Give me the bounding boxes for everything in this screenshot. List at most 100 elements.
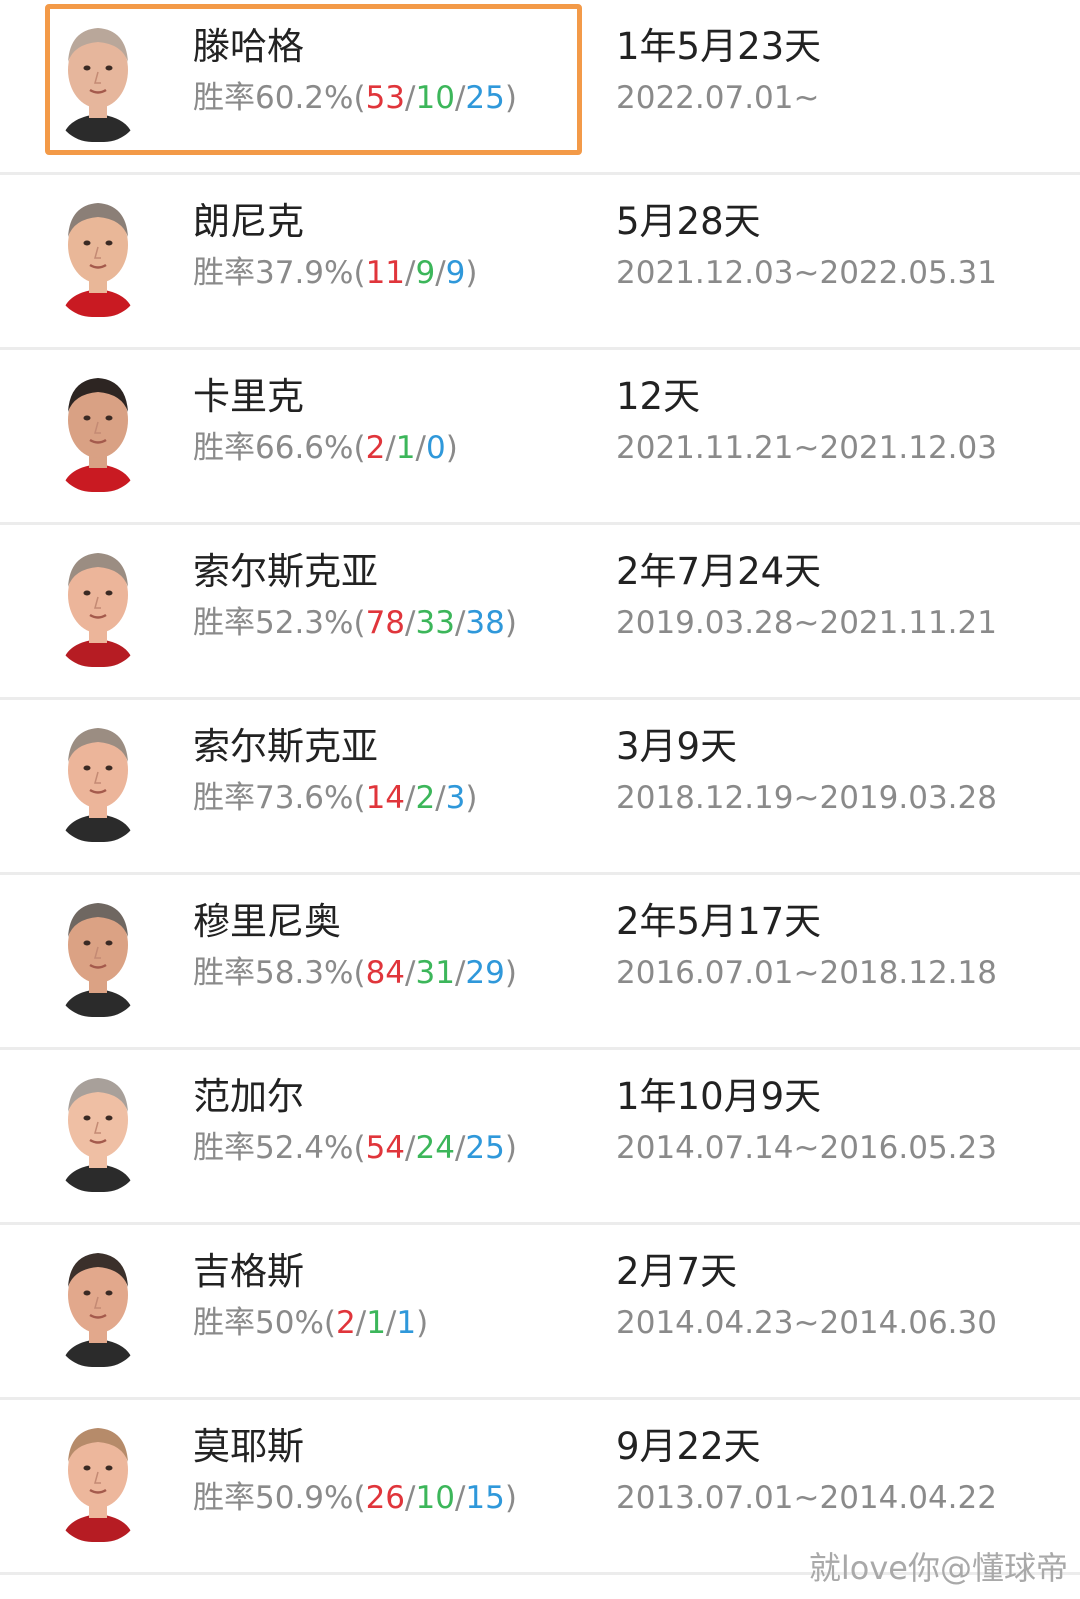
- losses-count: 25: [465, 80, 505, 116]
- separator: /: [454, 605, 466, 641]
- draws-count: 9: [415, 255, 436, 291]
- losses-count: 15: [465, 1480, 505, 1516]
- tenure-duration: 12天: [616, 375, 701, 418]
- losses-count: 29: [465, 955, 505, 991]
- draws-count: 1: [366, 1305, 386, 1341]
- win-rate-stats: 胜率73.6%(14/2/3): [193, 776, 478, 820]
- separator: /: [405, 955, 416, 991]
- manager-avatar: [56, 1064, 140, 1192]
- win-rate-stats: 胜率50%(2/1/1): [193, 1301, 428, 1345]
- separator: /: [405, 255, 416, 291]
- losses-count: 9: [445, 255, 466, 291]
- manager-avatar: [56, 889, 140, 1017]
- separator: /: [405, 80, 416, 116]
- manager-avatar: [56, 539, 140, 667]
- win-rate-stats: 胜率58.3%(84/31/29): [193, 951, 517, 995]
- draws-count: 2: [415, 780, 436, 816]
- draws-count: 24: [415, 1130, 455, 1166]
- wins-count: 26: [365, 1480, 406, 1516]
- tenure-date-range: 2018.12.19~2019.03.28: [616, 780, 997, 816]
- manager-name: 索尔斯克亚: [193, 550, 378, 593]
- draws-count: 1: [395, 430, 416, 466]
- separator: /: [454, 1130, 466, 1166]
- manager-row[interactable]: 索尔斯克亚 胜率73.6%(14/2/3) 3月9天 2018.12.19~2019.…: [0, 700, 1080, 875]
- draws-count: 33: [415, 605, 455, 641]
- manager-name: 索尔斯克亚: [193, 725, 378, 768]
- tenure-date-range: 2016.07.01~2018.12.18: [616, 955, 997, 991]
- manager-avatar: [56, 364, 140, 492]
- wins-count: 84: [365, 955, 406, 991]
- manager-avatar: [56, 1239, 140, 1367]
- wins-count: 78: [365, 605, 406, 641]
- manager-name: 吉格斯: [193, 1250, 304, 1293]
- wins-count: 53: [365, 80, 406, 116]
- tenure-date-range: 2019.03.28~2021.11.21: [616, 605, 997, 641]
- win-rate-stats: 胜率50.9%(26/10/15): [193, 1476, 517, 1520]
- separator: /: [454, 1480, 466, 1516]
- manager-row[interactable]: 吉格斯胜率50%(2/1/1) 2月7天 2014.04.23~2014.06.30: [0, 1225, 1080, 1400]
- separator: /: [415, 430, 426, 466]
- stats-close-paren: ): [504, 80, 517, 116]
- tenure-date-range: 2021.11.21~2021.12.03: [616, 430, 997, 466]
- win-rate-stats: 胜率37.9%(11/9/9): [193, 251, 478, 295]
- manager-avatar: [56, 14, 140, 142]
- draws-count: 10: [415, 80, 455, 116]
- manager-avatar: [56, 714, 140, 842]
- win-rate-stats: 胜率66.6%(2/1/0): [193, 426, 458, 470]
- win-rate-label: 胜率58.3%(: [193, 955, 366, 991]
- manager-row[interactable]: 滕哈格 胜率60.2%(53/10/25) 1年5月23天 2022.07.01~: [0, 0, 1080, 175]
- manager-name: 范加尔: [193, 1075, 304, 1118]
- win-rate-label: 胜率50%(: [193, 1305, 336, 1341]
- manager-row[interactable]: 朗尼克 胜率37.9%(11/9/9) 5月28天 2021.12.03~2022.0…: [0, 175, 1080, 350]
- separator: /: [435, 255, 446, 291]
- wins-count: 2: [365, 430, 386, 466]
- manager-name: 穆里尼奥: [193, 900, 341, 943]
- manager-row[interactable]: 范加尔胜率52.4%(54/24/25) 1年10月9天 2014.07.14~20…: [0, 1050, 1080, 1225]
- stats-close-paren: ): [465, 255, 478, 291]
- separator: /: [405, 1130, 416, 1166]
- win-rate-label: 胜率37.9%(: [193, 255, 366, 291]
- losses-count: 38: [465, 605, 505, 641]
- tenure-duration: 2年5月17天: [616, 900, 822, 943]
- losses-count: 3: [445, 780, 466, 816]
- tenure-duration: 1年10月9天: [616, 1075, 822, 1118]
- draws-count: 10: [415, 1480, 455, 1516]
- stats-close-paren: ): [504, 605, 517, 641]
- manager-name: 莫耶斯: [193, 1425, 304, 1468]
- win-rate-label: 胜率52.4%(: [193, 1130, 366, 1166]
- separator: /: [405, 780, 416, 816]
- win-rate-label: 胜率66.6%(: [193, 430, 366, 466]
- stats-close-paren: ): [445, 430, 458, 466]
- manager-row[interactable]: 索尔斯克亚胜率52.3%(78/33/38) 2年7月24天 2019.03.28~…: [0, 525, 1080, 700]
- watermark: 就love你@懂球帝: [808, 1549, 1068, 1587]
- tenure-date-range: 2014.04.23~2014.06.30: [616, 1305, 997, 1341]
- tenure-date-range: 2013.07.01~2014.04.22: [616, 1480, 997, 1516]
- manager-name: 朗尼克: [193, 200, 304, 243]
- stats-close-paren: ): [504, 1130, 517, 1166]
- stats-close-paren: ): [465, 780, 478, 816]
- tenure-duration: 2月7天: [616, 1250, 738, 1293]
- losses-count: 1: [396, 1305, 417, 1341]
- separator: /: [405, 605, 416, 641]
- stats-close-paren: ): [504, 1480, 517, 1516]
- tenure-duration: 2年7月24天: [616, 550, 822, 593]
- separator: /: [454, 955, 466, 991]
- separator: /: [405, 1480, 416, 1516]
- win-rate-stats: 胜率52.3%(78/33/38): [193, 601, 517, 645]
- win-rate-label: 胜率50.9%(: [193, 1480, 366, 1516]
- losses-count: 25: [465, 1130, 505, 1166]
- manager-avatar: [56, 1414, 140, 1542]
- separator: /: [355, 1305, 367, 1341]
- tenure-duration: 9月22天: [616, 1425, 761, 1468]
- tenure-date-range: 2014.07.14~2016.05.23: [616, 1130, 997, 1166]
- tenure-duration: 5月28天: [616, 200, 761, 243]
- manager-avatar: [56, 189, 140, 317]
- manager-name: 滕哈格: [193, 25, 304, 68]
- win-rate-stats: 胜率52.4%(54/24/25): [193, 1126, 517, 1170]
- wins-count: 11: [365, 255, 406, 291]
- manager-row[interactable]: 穆里尼奥胜率58.3%(84/31/29) 2年5月17天 2016.07.01~2…: [0, 875, 1080, 1050]
- manager-row[interactable]: 卡里克 胜率66.6%(2/1/0) 12天 2021.11.21~2021.12.0…: [0, 350, 1080, 525]
- tenure-date-range: 2022.07.01~: [616, 80, 820, 116]
- losses-count: 0: [425, 430, 446, 466]
- win-rate-stats: 胜率60.2%(53/10/25): [193, 76, 517, 120]
